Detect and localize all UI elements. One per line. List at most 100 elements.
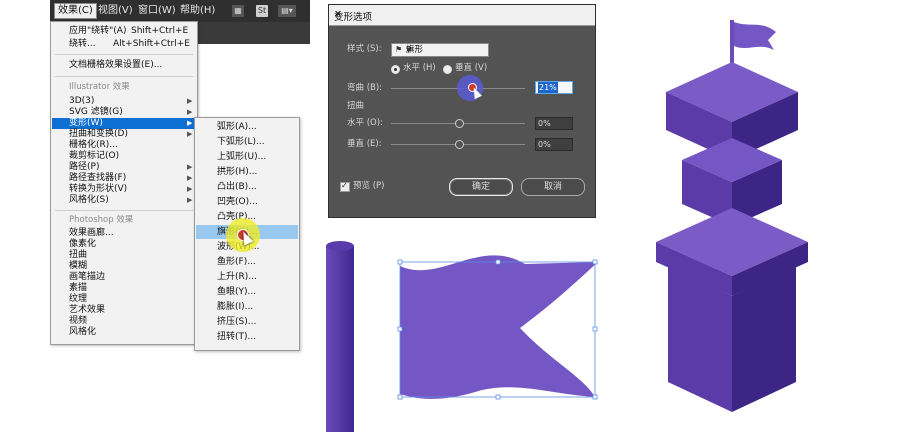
menu-item-pixelate[interactable]: 像素化 [69,239,96,250]
vertical-label: 垂直 (V) [455,63,488,73]
artboard-flag-preview [326,241,598,432]
menu-divider [55,210,193,211]
flag-style-icon: ⚑ [395,45,403,54]
menu-help[interactable]: 帮助(H) [180,4,215,18]
warped-flag-shape[interactable] [400,255,598,399]
submenu-arrow-icon: ▶ [187,108,193,116]
selection-handle[interactable] [397,326,403,332]
menu-item-crop-marks[interactable]: 裁剪标记(O) [69,151,119,162]
selection-handle[interactable] [397,259,403,265]
h-distort-value: 0% [538,119,551,128]
submenu-item-arch[interactable]: 拱形(H)... [217,167,257,178]
distort-label: 扭曲 [347,101,365,111]
menu-item-sketch[interactable]: 素描 [69,283,87,294]
menu-item-apply-last[interactable]: 应用"绕转"(A) [69,26,126,37]
selection-handle[interactable] [495,394,501,400]
menu-item-warp[interactable]: 变形(W) [69,118,103,129]
close-icon[interactable]: ✕ [334,9,589,20]
menu-divider [55,76,193,77]
submenu-arrow-icon: ▶ [187,174,193,182]
submenu-arrow-icon: ▶ [187,163,193,171]
menu-item-3d[interactable]: 3D(3) [69,96,94,107]
selection-handle[interactable] [592,326,598,332]
menu-item-last-effect[interactable]: 绕转... [69,39,96,50]
menu-item-texture[interactable]: 纹理 [69,294,87,305]
style-select[interactable]: ⚑ 旗形 ▼ [391,43,489,57]
v-distort-field[interactable]: 0% [535,138,573,151]
submenu-item-inflate[interactable]: 膨胀(I)... [217,302,253,313]
submenu-item-twist[interactable]: 扭转(T)... [217,332,256,343]
submenu-arrow-icon: ▶ [187,97,193,105]
preview-checkbox[interactable] [340,181,350,192]
selection-handle[interactable] [495,259,501,265]
submenu-arrow-icon: ▶ [187,119,193,127]
submenu-arrow-icon: ▶ [187,130,193,138]
section-header-photoshop: Photoshop 效果 [69,215,134,225]
shortcut-apply-last: Shift+Ctrl+E [131,26,189,36]
cancel-button[interactable]: 取消 [521,178,585,196]
h-distort-field[interactable]: 0% [535,117,573,130]
submenu-item-fish[interactable]: 鱼形(F)... [217,257,256,268]
submenu-item-shell-lower[interactable]: 凹壳(O)... [217,197,258,208]
submenu-item-fisheye[interactable]: 鱼眼(Y)... [217,287,256,298]
menu-item-pathfinder[interactable]: 路径查找器(F) [69,173,126,184]
menu-bar: 效果(C) 视图(V) 窗口(W) 帮助(H) ▦ St ▤▾ [50,0,310,22]
menu-item-distort[interactable]: 扭曲 [69,250,87,261]
ok-button[interactable]: 确定 [449,178,513,196]
menu-item-distort-transform[interactable]: 扭曲和变换(D) [69,129,128,140]
menu-item-convert-shape[interactable]: 转换为形状(V) [69,184,127,195]
flag-pole-top [326,241,354,251]
selection-handle[interactable] [592,259,598,265]
horizontal-label: 水平 (H) [403,63,436,73]
shortcut-last-effect: Alt+Shift+Ctrl+E [113,39,190,49]
submenu-item-arc[interactable]: 弧形(A)... [217,122,257,133]
submenu-arrow-icon: ▶ [187,196,193,204]
menu-item-brush-strokes[interactable]: 画笔描边 [69,272,105,283]
isometric-tower-illustration [656,20,808,412]
flag-pole[interactable] [326,246,354,432]
bend-label: 弯曲 (B): [347,83,383,93]
menu-view[interactable]: 视图(V) [98,4,133,18]
menu-item-blur[interactable]: 模糊 [69,261,87,272]
stock-icon[interactable]: St [256,5,268,17]
panel-strip [195,22,310,44]
dialog-title-bar: 变形选项 ✕ [329,5,595,26]
vertical-radio[interactable] [443,65,452,74]
submenu-item-arc-lower[interactable]: 下弧形(L)... [217,137,265,148]
menu-divider [55,54,193,55]
menu-item-ps-stylize[interactable]: 风格化 [69,327,96,338]
preview-label: 预览 (P) [353,181,385,191]
menu-item-artistic[interactable]: 艺术效果 [69,305,105,316]
layout-icon[interactable]: ▤▾ [278,5,296,17]
horizontal-radio[interactable] [391,65,400,74]
effect-menu: 应用"绕转"(A) Shift+Ctrl+E 绕转... Alt+Shift+C… [50,21,198,345]
h-distort-label: 水平 (O): [347,118,383,128]
menu-item-video[interactable]: 视频 [69,316,87,327]
menu-effect[interactable]: 效果(C) [54,3,97,19]
menu-item-stylize[interactable]: 风格化(S) [69,195,109,206]
v-distort-label: 垂直 (E): [347,139,382,149]
menu-item-path[interactable]: 路径(P) [69,162,99,173]
submenu-item-squeeze[interactable]: 挤压(S)... [217,317,256,328]
menu-item-svg-filters[interactable]: SVG 滤镜(G) [69,107,123,118]
grid-icon[interactable]: ▦ [232,5,244,17]
h-distort-slider-thumb[interactable] [455,119,464,128]
menu-item-rasterize[interactable]: 栅格化(R)... [69,140,118,151]
submenu-item-arc-upper[interactable]: 上弧形(U)... [217,152,266,163]
menu-item-effect-gallery[interactable]: 效果画廊... [69,228,114,239]
bend-value: 21% [538,82,558,93]
menu-item-raster-settings[interactable]: 文档栅格效果设置(E)... [69,60,162,71]
style-label: 样式 (S): [347,44,382,54]
selection-handle[interactable] [592,394,598,400]
submenu-item-rise[interactable]: 上升(R)... [217,272,257,283]
warp-options-dialog: 变形选项 ✕ 样式 (S): ⚑ 旗形 ▼ 水平 (H) 垂直 (V) 弯曲 (… [328,4,596,218]
v-distort-slider-thumb[interactable] [455,140,464,149]
submenu-item-bulge[interactable]: 凸出(B)... [217,182,257,193]
v-distort-value: 0% [538,140,551,149]
selection-handle[interactable] [397,394,403,400]
section-header-illustrator: Illustrator 效果 [69,82,130,92]
submenu-arrow-icon: ▶ [187,185,193,193]
bend-value-field[interactable]: 21% [535,81,573,94]
tower-flag [734,22,776,50]
menu-window[interactable]: 窗口(W) [138,4,176,18]
